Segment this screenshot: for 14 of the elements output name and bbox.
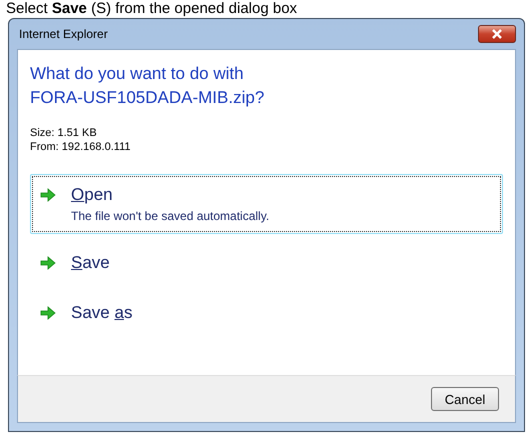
option-button[interactable]: Save — [30, 242, 503, 284]
file-detail: Size: 1.51 KB — [30, 126, 98, 140]
close-icon — [491, 29, 503, 39]
dialog-heading: What do you want to do with FORA-USF105DADA-MIB.zip? — [30, 63, 266, 109]
cancel-button[interactable]: Cancel — [431, 387, 499, 411]
instruction-text: Select Save (S) from the opened dialog box — [5, 0, 298, 18]
arrow-icon — [39, 305, 57, 321]
file-detail: From: 192.168.0.111 — [30, 140, 132, 154]
option-button[interactable]: Save as — [30, 292, 503, 334]
option-button[interactable]: Open The file won't be saved automatically. — [30, 174, 503, 234]
close-button[interactable] — [478, 25, 516, 43]
arrow-icon — [39, 255, 57, 271]
window-title: Internet Explorer — [18, 27, 108, 41]
arrow-icon — [39, 187, 57, 203]
